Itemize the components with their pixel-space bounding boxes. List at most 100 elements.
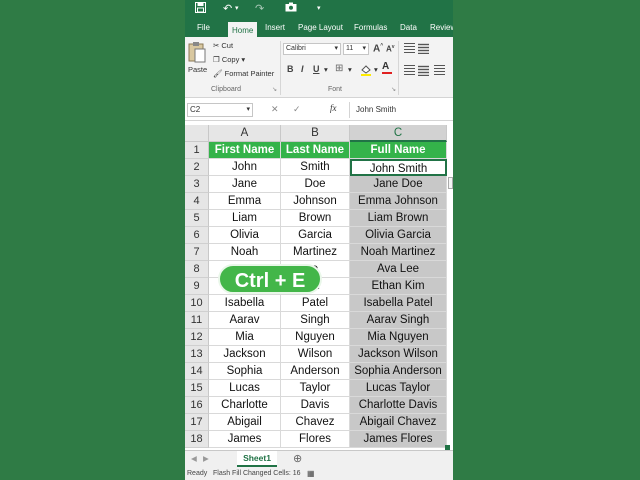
row-header[interactable]: 16: [185, 397, 209, 414]
camera-icon[interactable]: [285, 2, 297, 16]
shrink-font-button[interactable]: Av: [386, 44, 395, 54]
row-header[interactable]: 7: [185, 244, 209, 261]
sheet-prev-icon[interactable]: ◀: [191, 454, 197, 463]
table-cell[interactable]: Ethan Kim: [350, 278, 447, 295]
fill-color-icon[interactable]: [360, 63, 372, 76]
column-header-a[interactable]: A: [209, 125, 281, 142]
table-cell[interactable]: Lucas: [209, 380, 281, 397]
table-cell[interactable]: Isabella: [209, 295, 281, 312]
row-header[interactable]: 3: [185, 176, 209, 193]
accessibility-icon[interactable]: ▦: [307, 467, 315, 480]
font-color-icon[interactable]: A: [382, 62, 392, 76]
italic-button[interactable]: I: [301, 64, 304, 74]
table-cell[interactable]: Jackson: [209, 346, 281, 363]
row-header[interactable]: 9: [185, 278, 209, 295]
table-cell[interactable]: Flores: [281, 431, 350, 448]
row-header[interactable]: 4: [185, 193, 209, 210]
clipboard-launcher-icon[interactable]: ↘: [272, 86, 277, 93]
customize-qat-icon[interactable]: ▾: [317, 2, 321, 16]
table-cell[interactable]: Aarav Singh: [350, 312, 447, 329]
table-cell[interactable]: John Smith: [350, 159, 447, 176]
redo-icon[interactable]: ↷: [255, 2, 264, 16]
row-header[interactable]: 2: [185, 159, 209, 176]
table-cell[interactable]: James Flores: [350, 431, 447, 448]
table-cell[interactable]: Anderson: [281, 363, 350, 380]
enter-icon[interactable]: ✓: [293, 104, 301, 115]
row-header[interactable]: 13: [185, 346, 209, 363]
row-header[interactable]: 15: [185, 380, 209, 397]
insert-function-icon[interactable]: fx: [330, 103, 337, 113]
save-icon[interactable]: [195, 2, 206, 17]
table-cell[interactable]: Smith: [281, 159, 350, 176]
table-cell[interactable]: Noah Martinez: [350, 244, 447, 261]
tab-formulas[interactable]: Formulas: [354, 19, 387, 37]
table-cell[interactable]: Brown: [281, 210, 350, 227]
table-cell[interactable]: Jackson Wilson: [350, 346, 447, 363]
table-cell[interactable]: Davis: [281, 397, 350, 414]
table-cell[interactable]: Noah: [209, 244, 281, 261]
name-box[interactable]: C2 ▾: [187, 103, 253, 117]
table-cell[interactable]: Emma: [209, 193, 281, 210]
bold-button[interactable]: B: [287, 64, 294, 74]
row-header[interactable]: 10: [185, 295, 209, 312]
undo-dropdown-icon[interactable]: ▾: [235, 2, 239, 16]
row-header[interactable]: 1: [185, 142, 209, 159]
sheet-tab-sheet1[interactable]: Sheet1: [237, 451, 277, 467]
header-cell[interactable]: Full Name: [350, 142, 447, 159]
chevron-down-icon[interactable]: ▾: [348, 65, 352, 74]
table-cell[interactable]: Mia: [209, 329, 281, 346]
table-cell[interactable]: John: [209, 159, 281, 176]
row-header[interactable]: 14: [185, 363, 209, 380]
table-cell[interactable]: Ava Lee: [350, 261, 447, 278]
tab-file[interactable]: File: [197, 19, 210, 37]
underline-button[interactable]: U: [313, 64, 320, 74]
font-name-select[interactable]: Calibri ▾: [283, 43, 341, 55]
table-cell[interactable]: Charlotte: [209, 397, 281, 414]
row-header[interactable]: 5: [185, 210, 209, 227]
table-cell[interactable]: Abigail: [209, 414, 281, 431]
table-cell[interactable]: Johnson: [281, 193, 350, 210]
align-right-icon[interactable]: [434, 65, 445, 76]
table-cell[interactable]: James: [209, 431, 281, 448]
table-cell[interactable]: Sophia: [209, 363, 281, 380]
chevron-down-icon[interactable]: ▾: [374, 65, 378, 74]
align-center-icon[interactable]: [418, 65, 429, 76]
align-left-icon[interactable]: [404, 65, 415, 76]
table-cell[interactable]: Martinez: [281, 244, 350, 261]
table-cell[interactable]: Mia Nguyen: [350, 329, 447, 346]
table-cell[interactable]: Taylor: [281, 380, 350, 397]
borders-icon[interactable]: ⊞: [335, 63, 343, 74]
tab-page-layout[interactable]: Page Layout: [298, 19, 343, 37]
table-cell[interactable]: Olivia Garcia: [350, 227, 447, 244]
copy-button[interactable]: ❐ Copy ▾: [213, 55, 245, 64]
table-cell[interactable]: Aarav: [209, 312, 281, 329]
add-sheet-icon[interactable]: ⊕: [293, 452, 302, 465]
row-header[interactable]: 6: [185, 227, 209, 244]
cut-button[interactable]: ✂ Cut: [213, 41, 233, 50]
undo-icon[interactable]: ↶: [223, 2, 232, 16]
table-cell[interactable]: Liam Brown: [350, 210, 447, 227]
table-cell[interactable]: Olivia: [209, 227, 281, 244]
table-cell[interactable]: Charlotte Davis: [350, 397, 447, 414]
row-header[interactable]: 18: [185, 431, 209, 448]
column-header-b[interactable]: B: [281, 125, 350, 142]
align-top-icon[interactable]: [404, 43, 415, 54]
table-cell[interactable]: Lucas Taylor: [350, 380, 447, 397]
table-cell[interactable]: Chavez: [281, 414, 350, 431]
font-launcher-icon[interactable]: ↘: [391, 86, 396, 93]
header-cell[interactable]: Last Name: [281, 142, 350, 159]
table-cell[interactable]: Wilson: [281, 346, 350, 363]
row-header[interactable]: 8: [185, 261, 209, 278]
tab-data[interactable]: Data: [400, 19, 417, 37]
table-cell[interactable]: Isabella Patel: [350, 295, 447, 312]
table-cell[interactable]: Abigail Chavez: [350, 414, 447, 431]
flash-fill-options-icon[interactable]: [448, 177, 453, 189]
table-cell[interactable]: Patel: [281, 295, 350, 312]
table-cell[interactable]: Garcia: [281, 227, 350, 244]
table-cell[interactable]: Nguyen: [281, 329, 350, 346]
format-painter-button[interactable]: 🖌 Format Painter: [213, 69, 274, 78]
row-header[interactable]: 17: [185, 414, 209, 431]
select-all-corner[interactable]: [185, 125, 209, 142]
formula-input[interactable]: John Smith: [356, 105, 396, 114]
table-cell[interactable]: Jane Doe: [350, 176, 447, 193]
